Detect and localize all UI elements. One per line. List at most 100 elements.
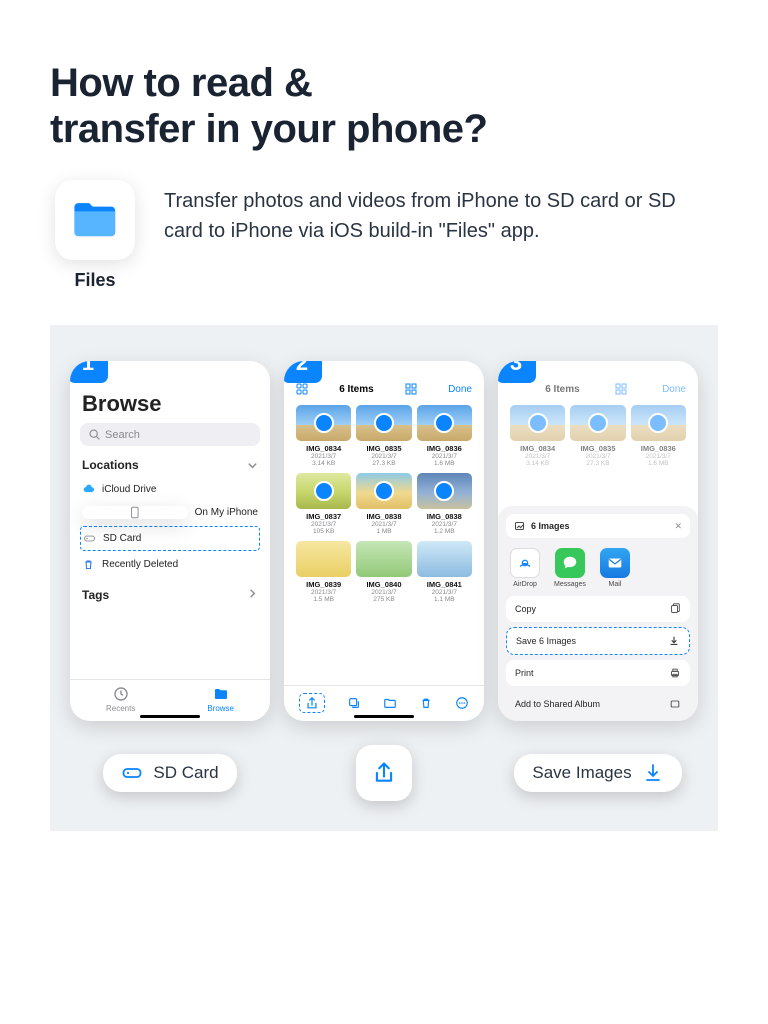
- thumb-item[interactable]: IMG_08382021/3/71 MB: [356, 473, 411, 535]
- thumb-item[interactable]: IMG_08342021/3/73.14 KB: [296, 405, 351, 467]
- cloud-icon: [82, 483, 95, 496]
- phone-step-1: 1 Browse Search Locations iCloud Drive: [70, 361, 270, 721]
- messages-icon: [561, 554, 579, 572]
- app-label: Mail: [608, 581, 621, 588]
- share-button[interactable]: [299, 693, 325, 713]
- thumb-item[interactable]: IMG_08402021/3/7275 KB: [356, 541, 411, 603]
- location-onmyiphone[interactable]: On My iPhone: [80, 501, 260, 524]
- action-label: Copy: [515, 604, 536, 614]
- caption-step-2: [284, 745, 484, 801]
- location-label: On My iPhone: [195, 507, 258, 518]
- location-sdcard[interactable]: SD Card: [83, 530, 257, 547]
- home-indicator: [354, 715, 414, 718]
- clock-icon: [113, 686, 129, 702]
- caption-step-3: Save Images: [498, 745, 698, 801]
- duplicate-button[interactable]: [347, 696, 361, 710]
- done-button: Done: [662, 384, 686, 395]
- phone-icon: [82, 506, 188, 519]
- share-sheet-header: 6 Images ✕: [506, 514, 690, 538]
- page-title: How to read & transfer in your phone?: [50, 60, 718, 152]
- chevron-right-icon: [247, 588, 258, 599]
- heading-line-2: transfer in your phone?: [50, 107, 487, 151]
- action-add-album[interactable]: Add to Shared Album: [506, 691, 690, 710]
- copy-icon: [669, 603, 681, 615]
- action-label: Add to Shared Album: [515, 699, 600, 709]
- action-save-images[interactable]: Save 6 Images: [506, 627, 690, 655]
- search-input[interactable]: Search: [80, 423, 260, 446]
- trash-icon: [82, 558, 95, 571]
- action-print[interactable]: Print: [506, 660, 690, 686]
- move-button[interactable]: [383, 696, 397, 710]
- caption-label: Save Images: [532, 763, 631, 783]
- caption-pill-sdcard: SD Card: [103, 754, 236, 792]
- toolbar: [284, 685, 484, 715]
- search-icon: [88, 428, 101, 441]
- location-label: iCloud Drive: [102, 484, 156, 495]
- tab-label: Browse: [207, 704, 234, 713]
- download-icon: [642, 762, 664, 784]
- caption-row: SD Card Save Images: [70, 745, 698, 801]
- folder-icon: [213, 686, 229, 702]
- tab-recents[interactable]: Recents: [106, 686, 135, 713]
- folder-icon: [383, 696, 397, 710]
- app-airdrop[interactable]: AirDrop: [510, 548, 540, 588]
- caption-step-1: SD Card: [70, 745, 270, 801]
- location-label: SD Card: [103, 533, 141, 544]
- share-sheet: 6 Images ✕ AirDrop Messages Mail Copy Sa…: [498, 506, 698, 721]
- thumb-item[interactable]: IMG_08352021/3/727.3 KB: [356, 405, 411, 467]
- step-badge-3: 3: [498, 361, 536, 383]
- share-sheet-count: 6 Images: [531, 521, 570, 531]
- mail-icon: [606, 554, 624, 572]
- images-icon: [514, 520, 526, 532]
- files-app-label: Files: [50, 270, 140, 291]
- done-button[interactable]: Done: [448, 384, 472, 395]
- drive-icon: [83, 532, 96, 545]
- app-label: AirDrop: [513, 581, 537, 588]
- action-label: Save 6 Images: [516, 636, 576, 646]
- thumbnail-grid-bg: IMG_08342021/3/73.14 KB IMG_08352021/3/7…: [508, 401, 688, 467]
- files-app-block: Files: [50, 180, 140, 291]
- tab-browse[interactable]: Browse: [207, 686, 234, 713]
- share-icon: [305, 696, 319, 710]
- location-label: Recently Deleted: [102, 559, 178, 570]
- tab-label: Recents: [106, 704, 135, 713]
- heading-line-1: How to read &: [50, 61, 312, 105]
- close-button[interactable]: ✕: [674, 521, 682, 532]
- sort-icon: [615, 383, 627, 395]
- sort-icon[interactable]: [405, 383, 417, 395]
- grid-icon[interactable]: [296, 383, 308, 395]
- action-copy[interactable]: Copy: [506, 596, 690, 622]
- thumb-item[interactable]: IMG_08362021/3/71.6 MB: [417, 405, 472, 467]
- download-icon: [668, 635, 680, 647]
- more-button[interactable]: [455, 696, 469, 710]
- search-placeholder: Search: [105, 429, 140, 441]
- thumb-item[interactable]: IMG_08392021/3/71.5 MB: [296, 541, 351, 603]
- app-mail[interactable]: Mail: [600, 548, 630, 588]
- duplicate-icon: [347, 696, 361, 710]
- airdrop-icon: [516, 554, 534, 572]
- delete-button[interactable]: [419, 696, 433, 710]
- print-icon: [669, 667, 681, 679]
- browse-title: Browse: [82, 391, 260, 417]
- tags-header-row[interactable]: Tags: [82, 588, 258, 602]
- trash-icon: [419, 696, 433, 710]
- tab-bar: Recents Browse: [70, 679, 270, 715]
- more-icon: [455, 696, 469, 710]
- action-list: Copy Save 6 Images Print Add to Shared A…: [506, 596, 690, 715]
- share-apps-row: AirDrop Messages Mail: [506, 546, 690, 596]
- caption-pill-save: Save Images: [514, 754, 681, 792]
- chevron-down-icon: [247, 460, 258, 471]
- thumb-item[interactable]: IMG_08372021/3/7105 KB: [296, 473, 351, 535]
- thumb-item[interactable]: IMG_08412021/3/71.1 MB: [417, 541, 472, 603]
- items-count: 6 Items: [545, 384, 579, 395]
- items-count: 6 Items: [339, 384, 373, 395]
- location-recently-deleted[interactable]: Recently Deleted: [80, 553, 260, 576]
- app-label: Messages: [554, 581, 586, 588]
- caption-label: SD Card: [153, 763, 218, 783]
- action-label: Print: [515, 668, 534, 678]
- thumb-item[interactable]: IMG_08382021/3/71.2 MB: [417, 473, 472, 535]
- locations-header-row[interactable]: Locations: [82, 458, 258, 472]
- album-icon: [669, 698, 681, 710]
- location-icloud[interactable]: iCloud Drive: [80, 478, 260, 501]
- app-messages[interactable]: Messages: [554, 548, 586, 588]
